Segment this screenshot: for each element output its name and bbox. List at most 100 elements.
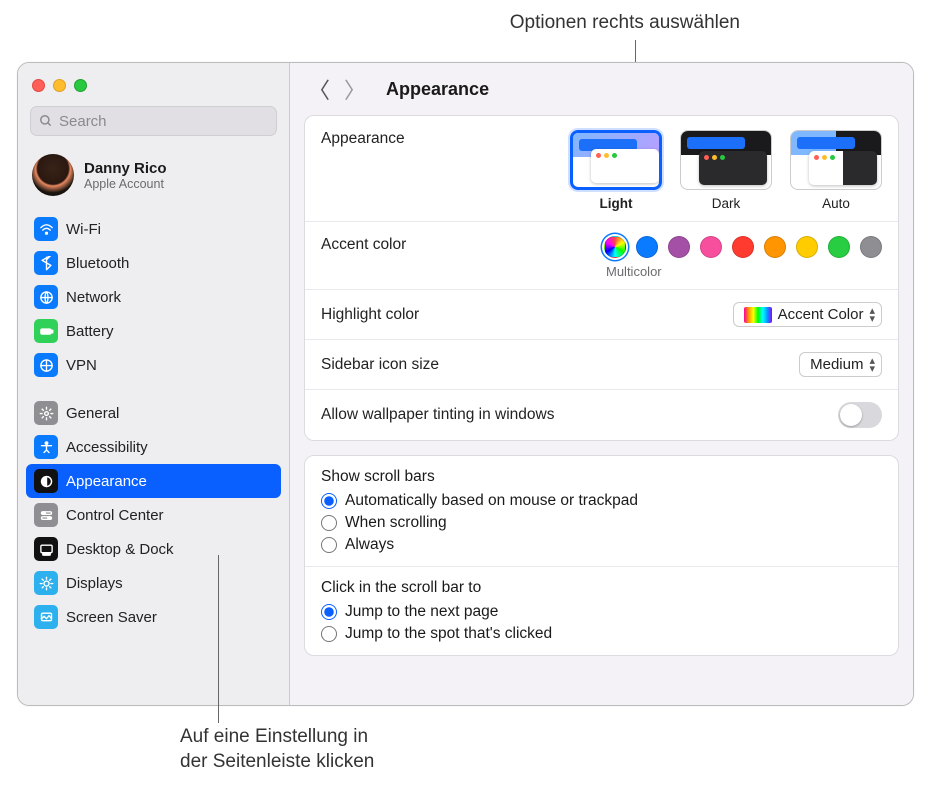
accent-swatch[interactable] bbox=[796, 236, 818, 258]
highlight-label: Highlight color bbox=[321, 306, 419, 324]
click-option[interactable]: Jump to the next page bbox=[321, 603, 882, 621]
search-input[interactable]: Search bbox=[30, 106, 277, 136]
mode-label: Auto bbox=[790, 196, 882, 211]
minimize-button[interactable] bbox=[53, 79, 66, 92]
sidebar-item-bluetooth[interactable]: Bluetooth bbox=[26, 246, 281, 280]
scroll-head: Show scroll bars bbox=[321, 468, 882, 486]
scroll-option[interactable]: When scrolling bbox=[321, 514, 882, 532]
sidebar-item-label: Appearance bbox=[66, 473, 147, 490]
profile-sub: Apple Account bbox=[84, 177, 167, 191]
panel-scroll: Show scroll bars Automatically based on … bbox=[304, 455, 899, 656]
sidebar-item-label: Displays bbox=[66, 575, 123, 592]
mode-label: Dark bbox=[680, 196, 772, 211]
window-controls bbox=[18, 71, 289, 106]
updown-caret-icon: ▴▾ bbox=[869, 307, 875, 323]
radio-label: Automatically based on mouse or trackpad bbox=[345, 492, 638, 510]
click-head: Click in the scroll bar to bbox=[321, 579, 882, 597]
avatar bbox=[32, 154, 74, 196]
bt-icon bbox=[34, 251, 58, 275]
sidebar-item-screen-saver[interactable]: Screen Saver bbox=[26, 600, 281, 634]
sidebar-item-network[interactable]: Network bbox=[26, 280, 281, 314]
sidebar-item-battery[interactable]: Battery bbox=[26, 314, 281, 348]
radio-input[interactable] bbox=[321, 515, 337, 531]
accent-swatch[interactable] bbox=[828, 236, 850, 258]
sidebar-item-label: Screen Saver bbox=[66, 609, 157, 626]
sidebar: Search Danny Rico Apple Account Wi-Fi Blu… bbox=[18, 63, 290, 705]
appearance-mode-auto[interactable]: Auto bbox=[790, 130, 882, 211]
bat-icon bbox=[34, 319, 58, 343]
sidebar-item-desktop-dock[interactable]: Desktop & Dock bbox=[26, 532, 281, 566]
sidebar-item-label: Accessibility bbox=[66, 439, 148, 456]
highlight-select[interactable]: Accent Color ▴▾ bbox=[733, 302, 882, 327]
scroll-option[interactable]: Always bbox=[321, 536, 882, 554]
mode-label: Light bbox=[570, 196, 662, 211]
content-area: 〈 〉 Appearance Appearance Light Dark Auto … bbox=[290, 63, 913, 705]
profile-name: Danny Rico bbox=[84, 160, 167, 177]
callout-bottom: Auf eine Einstellung in der Seitenleiste… bbox=[180, 725, 374, 774]
radio-label: Jump to the spot that's clicked bbox=[345, 625, 552, 643]
sidebar-item-appearance[interactable]: Appearance bbox=[26, 464, 281, 498]
sidebar-item-vpn[interactable]: VPN bbox=[26, 348, 281, 382]
search-placeholder: Search bbox=[59, 113, 107, 130]
sidebar-item-label: Control Center bbox=[66, 507, 164, 524]
updown-caret-icon: ▴▾ bbox=[869, 357, 875, 373]
sidebar-size-label: Sidebar icon size bbox=[321, 356, 439, 374]
accent-swatch[interactable] bbox=[700, 236, 722, 258]
app-icon bbox=[34, 469, 58, 493]
accent-swatch[interactable] bbox=[668, 236, 690, 258]
appearance-mode-light[interactable]: Light bbox=[570, 130, 662, 211]
radio-label: When scrolling bbox=[345, 514, 447, 532]
click-option[interactable]: Jump to the spot that's clicked bbox=[321, 625, 882, 643]
cc-icon bbox=[34, 503, 58, 527]
close-button[interactable] bbox=[32, 79, 45, 92]
net-icon bbox=[34, 285, 58, 309]
nav-forward-button[interactable]: 〉 bbox=[344, 73, 366, 105]
dock-icon bbox=[34, 537, 58, 561]
gradient-swatch-icon bbox=[744, 307, 772, 323]
radio-input[interactable] bbox=[321, 493, 337, 509]
page-title: Appearance bbox=[386, 79, 489, 100]
appearance-mode-dark[interactable]: Dark bbox=[680, 130, 772, 211]
highlight-value: Accent Color bbox=[778, 306, 864, 323]
radio-label: Jump to the next page bbox=[345, 603, 498, 621]
sidebar-item-label: VPN bbox=[66, 357, 97, 374]
accent-swatch[interactable] bbox=[764, 236, 786, 258]
radio-input[interactable] bbox=[321, 537, 337, 553]
sidebar-item-label: Battery bbox=[66, 323, 114, 340]
sidebar-item-control-center[interactable]: Control Center bbox=[26, 498, 281, 532]
radio-input[interactable] bbox=[321, 626, 337, 642]
sidebar-size-value: Medium bbox=[810, 356, 863, 373]
accent-swatch[interactable] bbox=[604, 236, 626, 258]
sidebar-item-label: Bluetooth bbox=[66, 255, 129, 272]
sidebar-item-label: Wi-Fi bbox=[66, 221, 101, 238]
sidebar-item-accessibility[interactable]: Accessibility bbox=[26, 430, 281, 464]
accent-swatch[interactable] bbox=[860, 236, 882, 258]
tinting-toggle[interactable] bbox=[838, 402, 882, 428]
radio-label: Always bbox=[345, 536, 394, 554]
toolbar: 〈 〉 Appearance bbox=[290, 63, 913, 115]
sidebar-item-label: Network bbox=[66, 289, 121, 306]
radio-input[interactable] bbox=[321, 604, 337, 620]
maximize-button[interactable] bbox=[74, 79, 87, 92]
disp-icon bbox=[34, 571, 58, 595]
accent-swatch[interactable] bbox=[636, 236, 658, 258]
accent-sublabel: Multicolor bbox=[606, 264, 662, 279]
sidebar-size-select[interactable]: Medium ▴▾ bbox=[799, 352, 882, 377]
sidebar-item-wi-fi[interactable]: Wi-Fi bbox=[26, 212, 281, 246]
vpn-icon bbox=[34, 353, 58, 377]
sidebar-item-label: General bbox=[66, 405, 119, 422]
settings-window: Search Danny Rico Apple Account Wi-Fi Blu… bbox=[17, 62, 914, 706]
panel-appearance: Appearance Light Dark Auto Accent color Mu… bbox=[304, 115, 899, 441]
sidebar-item-label: Desktop & Dock bbox=[66, 541, 174, 558]
scroll-option[interactable]: Automatically based on mouse or trackpad bbox=[321, 492, 882, 510]
accent-label: Accent color bbox=[321, 236, 406, 254]
sidebar-item-general[interactable]: General bbox=[26, 396, 281, 430]
callout-line bbox=[218, 555, 219, 723]
profile-row[interactable]: Danny Rico Apple Account bbox=[18, 150, 289, 210]
accent-swatch[interactable] bbox=[732, 236, 754, 258]
search-icon bbox=[39, 114, 53, 128]
callout-top: Optionen rechts auswählen bbox=[280, 12, 740, 34]
appearance-label: Appearance bbox=[321, 130, 405, 148]
sidebar-item-displays[interactable]: Displays bbox=[26, 566, 281, 600]
nav-back-button[interactable]: 〈 bbox=[308, 73, 330, 105]
